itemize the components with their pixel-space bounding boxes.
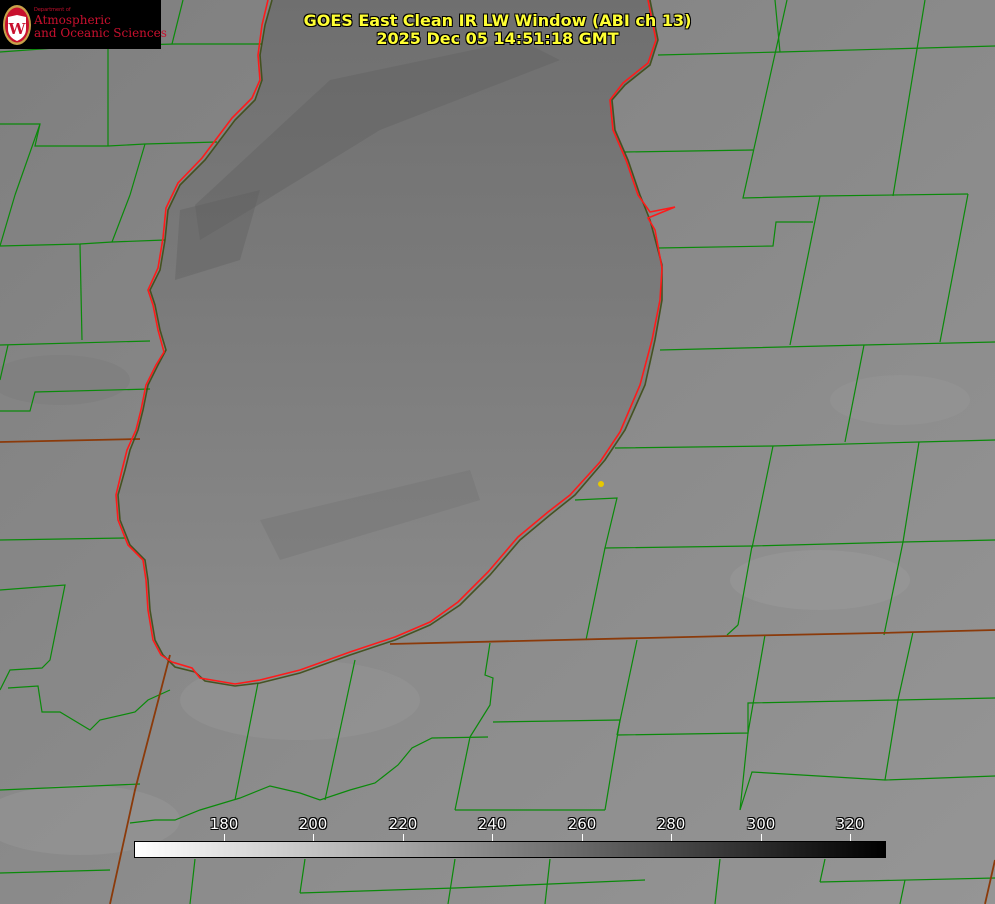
satellite-map: GOES East Clean IR LW Window (ABI ch 13)… [0, 0, 995, 904]
colorbar-tick-label: 280 [656, 815, 686, 833]
shoreline-shadow [117, 0, 663, 687]
colorbar-tick-label: 220 [388, 815, 418, 833]
state-line-illinois-indiana [109, 654, 171, 904]
county-lines [0, 0, 995, 904]
colorbar-tick-mark [582, 834, 583, 841]
colorbar-tick-label: 200 [298, 815, 328, 833]
colorbar-tick-mark [761, 834, 762, 841]
colorbar-tick-mark [313, 834, 314, 841]
colorbar-tick-label: 300 [746, 815, 776, 833]
state-line-indiana-michigan [389, 629, 995, 645]
temperature-colorbar [134, 841, 886, 858]
colorbar-tick-label: 320 [835, 815, 865, 833]
boundary-overlay [0, 0, 995, 904]
colorbar-tick-mark [850, 834, 851, 841]
logo-line2-text: and Oceanic Sciences [34, 26, 167, 40]
lake-outline [115, 0, 676, 685]
colorbar-tick-mark [671, 834, 672, 841]
location-dot-icon [598, 481, 604, 487]
aos-logo[interactable]: W Department of Atmospheric and Oceanic … [0, 0, 167, 49]
colorbar-tick-label: 240 [477, 815, 507, 833]
colorbar-tick-mark [224, 834, 225, 841]
colorbar-tick-mark [492, 834, 493, 841]
crest-letter: W [8, 20, 27, 38]
state-line-wisconsin-illinois [0, 438, 141, 443]
uw-crest-icon: W [3, 5, 31, 45]
colorbar-tick-mark [403, 834, 404, 841]
state-lines [0, 438, 995, 904]
colorbar-tick-label: 180 [209, 815, 239, 833]
colorbar-tick-label: 260 [567, 815, 597, 833]
